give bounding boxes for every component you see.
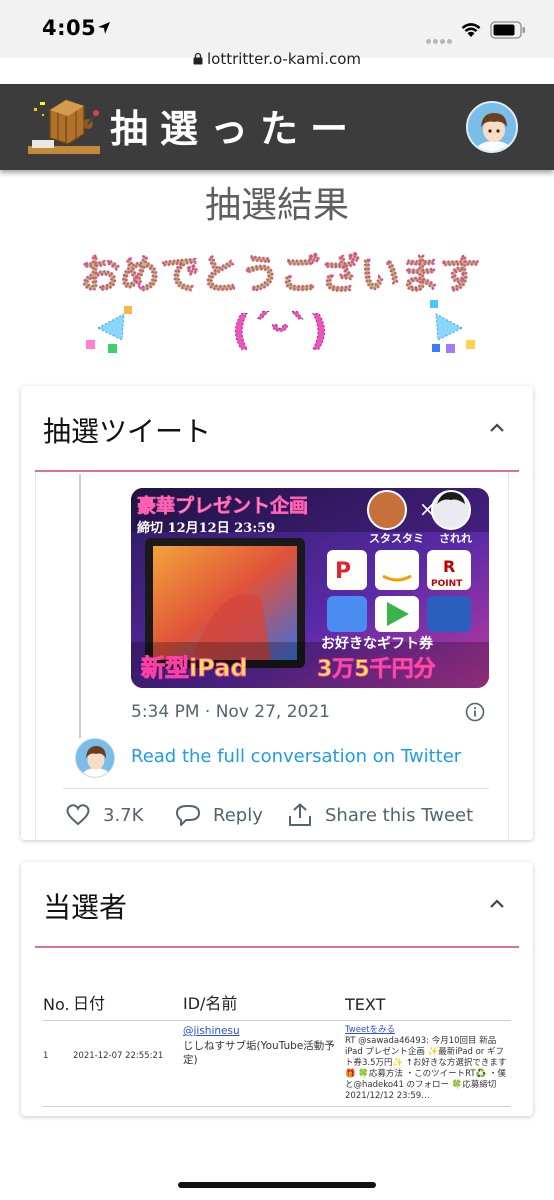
user-avatar[interactable]	[466, 101, 518, 153]
info-icon[interactable]	[465, 702, 485, 722]
url-text: lottritter.o-kami.com	[206, 50, 362, 68]
share-button[interactable]: Share this Tweet	[287, 802, 473, 828]
reply-icon	[176, 805, 200, 826]
cell-user: @jishinesu じしねすサブ垢(YouTube活動予定)	[183, 1020, 345, 1108]
column-header-date: 日付	[73, 990, 183, 1021]
winners-card: 当選者 No. 日付 ID/名前 TEXT 1 2021-12-07 22:55…	[21, 862, 533, 1116]
table-row: 1 2021-12-07 22:55:21 @jishinesu じしねすサブ垢…	[43, 1020, 511, 1108]
tweet-timestamp[interactable]: 5:34 PM · Nov 27, 2021	[131, 702, 330, 722]
reply-label: Reply	[213, 804, 263, 826]
image-headline: 豪華プレゼント企画	[137, 494, 308, 517]
congratulations-banner: おめでとうございます (ˊᵕˋ)	[80, 251, 480, 354]
image-name-right: されれ	[439, 532, 472, 545]
share-label: Share this Tweet	[325, 804, 474, 826]
congrats-text: おめでとうございます	[80, 252, 480, 298]
cell-no: 1	[43, 1020, 73, 1108]
result-heading: 抽選結果	[204, 185, 349, 226]
address-bar[interactable]: lottritter.o-kami.com	[0, 50, 554, 68]
status-bar: 4:05 lottritter.o-kami.com	[0, 0, 554, 68]
winners-table: No. 日付 ID/名前 TEXT 1 2021-12-07 22:55:21 …	[43, 990, 511, 1108]
tweet-card-title: 抽選ツイート	[43, 415, 212, 448]
column-header-text: TEXT	[345, 990, 511, 1021]
author-avatar[interactable]	[75, 738, 115, 778]
column-header-no: No.	[43, 990, 73, 1021]
view-tweet-link[interactable]: Tweetをみる	[345, 1025, 511, 1036]
image-name-left: スタスタミ	[369, 532, 424, 545]
table-header-row: No. 日付 ID/名前 TEXT	[43, 990, 511, 1021]
read-conversation-link[interactable]: Read the full conversation on Twitter	[131, 746, 461, 767]
chevron-up-icon[interactable]	[489, 899, 505, 909]
location-arrow-icon	[98, 22, 110, 34]
like-count: 3.7K	[103, 804, 144, 826]
image-gift-line2: 3万5千円分	[317, 657, 436, 682]
chevron-up-icon[interactable]	[489, 423, 505, 433]
tweet-image[interactable]: 豪華プレゼント企画 締切 12月12日 23:59 × スタスタミ されれ P …	[131, 488, 489, 688]
svg-text:P: P	[335, 559, 351, 584]
lottery-drum-logo[interactable]	[22, 96, 104, 158]
winner-name: じしねすサブ垢(YouTube活動予定)	[183, 1039, 335, 1066]
site-title[interactable]: 抽選ったー	[110, 98, 360, 153]
winner-tweet-text: RT @sawada46493: 今月10回目 新品iPad プレゼント企画 ✨…	[345, 1036, 507, 1102]
tweet-card: 抽選ツイート 豪華プレゼント企画 締切 12月12日 23:59 × スタスタミ…	[21, 386, 533, 840]
column-header-id: ID/名前	[183, 990, 345, 1021]
share-icon	[289, 803, 311, 826]
home-indicator[interactable]	[178, 1182, 376, 1188]
heart-icon	[66, 804, 90, 826]
title-divider	[35, 946, 519, 948]
image-product: 新型iPad	[141, 654, 248, 682]
reply-button[interactable]: Reply	[175, 802, 263, 828]
tweet-divider	[63, 788, 489, 789]
status-time: 4:05	[42, 16, 97, 40]
cell-text: Tweetをみる RT @sawada46493: 今月10回目 新品iPad …	[345, 1020, 511, 1108]
image-deadline: 締切 12月12日 23:59	[137, 520, 275, 536]
thread-line	[79, 474, 81, 738]
wifi-icon	[461, 23, 481, 37]
cell-date: 2021-12-07 22:55:21	[73, 1020, 183, 1108]
cell-signal-icon	[426, 29, 456, 44]
winner-id-link[interactable]: @jishinesu	[183, 1025, 345, 1039]
image-gift-line1: お好きなギフト券	[321, 635, 434, 652]
lock-icon	[193, 52, 203, 65]
image-point: POINT	[431, 579, 463, 589]
winners-card-title: 当選者	[43, 891, 128, 924]
tweet-image-graphic: 豪華プレゼント企画 締切 12月12日 23:59 × スタスタミ されれ P …	[131, 488, 489, 688]
battery-icon	[490, 21, 525, 39]
tweet-actions: 3.7K Reply Share this Tweet	[65, 802, 505, 830]
congrats-emoticon: (ˊᵕˋ)	[232, 308, 328, 354]
like-button[interactable]: 3.7K	[65, 802, 143, 828]
svg-text:×: ×	[419, 497, 436, 521]
svg-text:R: R	[443, 557, 455, 576]
